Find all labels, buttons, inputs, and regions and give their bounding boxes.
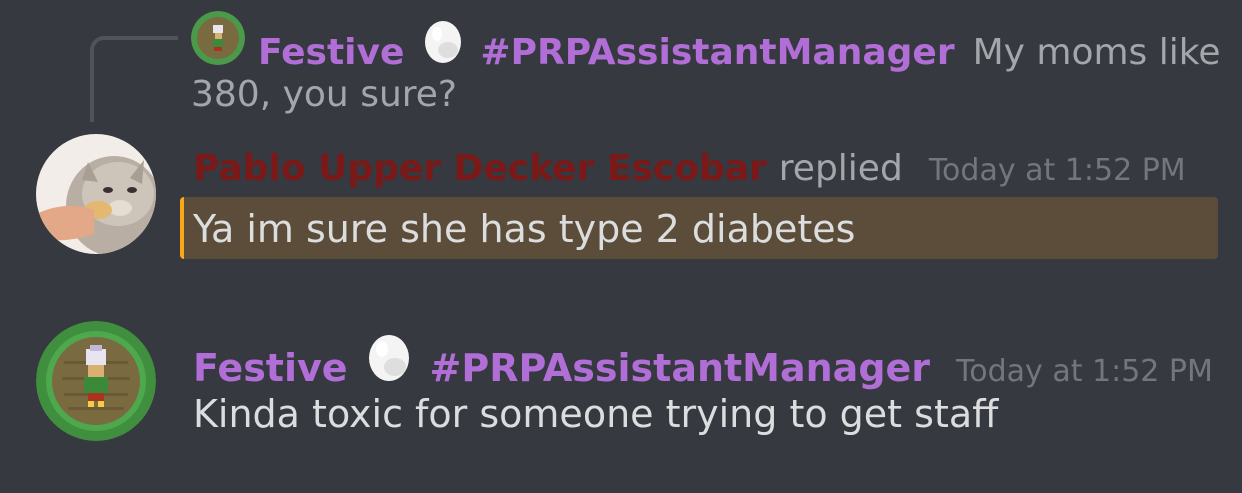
cat-avatar: [36, 134, 156, 254]
egg-icon: [366, 331, 412, 381]
message1-text: Ya im sure she has type 2 diabetes: [193, 207, 856, 251]
pablo-avatar[interactable]: [36, 134, 156, 254]
message1-username[interactable]: Pablo Upper Decker Escobar: [193, 146, 767, 192]
message2-header: Festive #PRPAssistantManager Today at 1:…: [193, 331, 1213, 396]
reply-username[interactable]: Festive: [258, 30, 404, 76]
reply-header: Festive #PRPAssistantManager My moms lik…: [258, 18, 1220, 76]
reply-spine: [90, 36, 178, 122]
message2-username[interactable]: Festive: [193, 344, 348, 392]
egg-icon: [422, 18, 464, 64]
message2-timestamp[interactable]: Today at 1:52 PM: [956, 348, 1213, 396]
reply-text-line2[interactable]: 380, you sure?: [191, 72, 457, 118]
message2-tag[interactable]: #PRPAssistantManager: [430, 344, 931, 392]
message1-timestamp[interactable]: Today at 1:52 PM: [929, 148, 1186, 194]
reply-text-line1[interactable]: My moms like: [973, 30, 1221, 76]
message1-header: Pablo Upper Decker Escobar replied Today…: [193, 146, 1186, 194]
festive-avatar-large: [36, 321, 156, 441]
reply-tag[interactable]: #PRPAssistantManager: [480, 30, 954, 76]
festive-avatar[interactable]: [36, 321, 156, 441]
festive-avatar-small: [191, 11, 245, 65]
message2-text: Kinda toxic for someone trying to get st…: [193, 392, 999, 436]
reply-avatar[interactable]: [191, 11, 245, 65]
replied-label: replied: [778, 148, 903, 189]
